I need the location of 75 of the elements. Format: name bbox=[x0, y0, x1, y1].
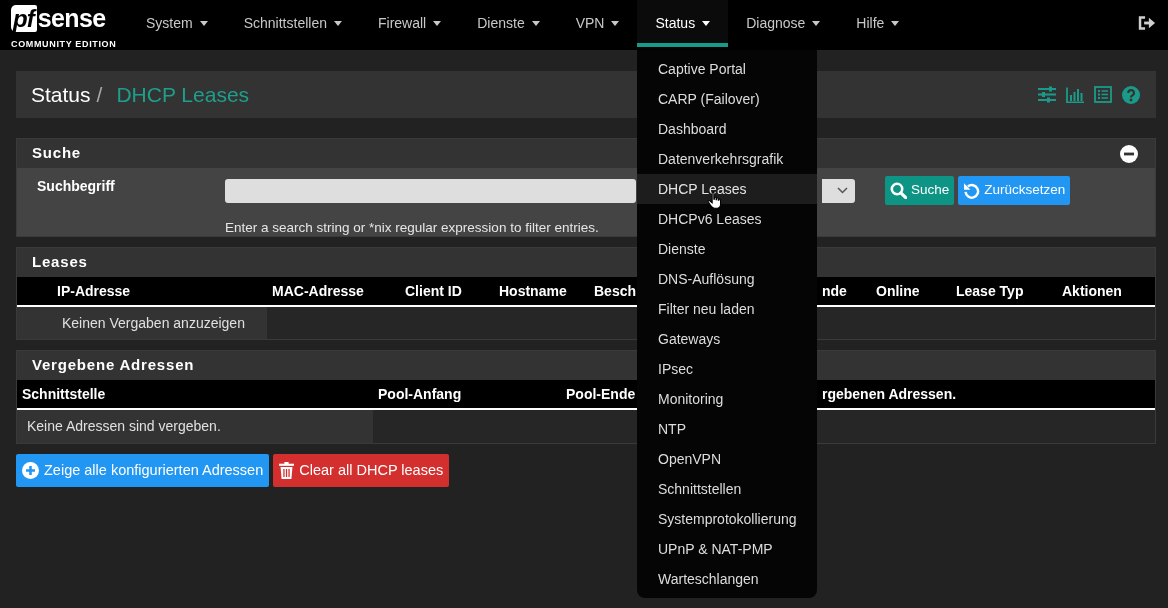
bar-chart-icon[interactable] bbox=[1066, 86, 1084, 103]
chevron-down-icon bbox=[837, 187, 848, 194]
dropdown-item[interactable]: DHCP Leases bbox=[637, 174, 817, 204]
empty-table-message: Keinen Vergaben anzuzeigen bbox=[17, 307, 267, 339]
logo-mark: pf bbox=[11, 5, 37, 32]
sliders-icon[interactable] bbox=[1038, 86, 1056, 103]
panel-title: Vergebene Adressen bbox=[32, 355, 195, 376]
caret-icon bbox=[531, 21, 540, 26]
nav-menu[interactable]: VPN bbox=[557, 0, 638, 47]
dropdown-item[interactable]: Systemprotokollierung bbox=[637, 504, 817, 534]
column-header: nde bbox=[822, 281, 847, 301]
search-button[interactable]: Suche bbox=[885, 176, 955, 205]
dropdown-item[interactable]: DNS-Auflösung bbox=[637, 264, 817, 294]
minus-circle-icon[interactable] bbox=[1120, 144, 1138, 163]
caret-icon bbox=[199, 21, 208, 26]
caret-icon bbox=[702, 21, 711, 26]
field-label: Suchbegriff bbox=[37, 177, 116, 196]
nav-menu[interactable]: Status bbox=[637, 0, 729, 47]
logo-wordmark: sense bbox=[37, 5, 106, 32]
breadcrumb-link[interactable]: Status bbox=[31, 78, 91, 111]
dropdown-item[interactable]: Monitoring bbox=[637, 384, 817, 414]
dropdown-item[interactable]: NTP bbox=[637, 414, 817, 444]
logout-icon[interactable] bbox=[1137, 15, 1156, 31]
column-header: Schnittstelle bbox=[22, 384, 106, 404]
column-header: IP-Adresse bbox=[57, 281, 131, 301]
column-header: Lease Typ bbox=[956, 281, 1024, 301]
dropdown-item[interactable]: Warteschlangen bbox=[637, 564, 817, 594]
nav-menu[interactable]: Firewall bbox=[359, 0, 460, 47]
nav-menu[interactable]: Dienste bbox=[459, 0, 558, 47]
trash-icon bbox=[279, 462, 295, 479]
breadcrumb-link[interactable]: DHCP Leases bbox=[116, 78, 250, 111]
dropdown-item[interactable]: Dashboard bbox=[637, 114, 817, 144]
caret-icon bbox=[611, 21, 620, 26]
column-header: Besch bbox=[594, 281, 637, 301]
panel-title: Leases bbox=[32, 252, 88, 273]
dropdown-item[interactable]: Captive Portal bbox=[637, 54, 817, 84]
clear-leases-button[interactable]: Clear all DHCP leases bbox=[273, 454, 450, 487]
dropdown-item[interactable]: CARP (Failover) bbox=[637, 84, 817, 114]
help-icon[interactable] bbox=[1122, 85, 1140, 104]
plus-circle-icon bbox=[22, 462, 39, 479]
dropdown-item[interactable]: Gateways bbox=[637, 324, 817, 354]
column-header: Pool-Ende bbox=[566, 384, 636, 404]
column-header: Client ID bbox=[405, 281, 462, 301]
dropdown-item[interactable]: Dienste bbox=[637, 234, 817, 264]
nav-menu[interactable]: System bbox=[128, 0, 226, 47]
dropdown-item[interactable]: Filter neu laden bbox=[637, 294, 817, 324]
column-header: Hostname bbox=[499, 281, 567, 301]
column-header: rgebenen Adressen. bbox=[822, 384, 957, 404]
dropdown-item[interactable]: UPnP & NAT-PMP bbox=[637, 534, 817, 564]
dropdown-item[interactable]: Schnittstellen bbox=[637, 474, 817, 504]
column-header: Aktionen bbox=[1062, 281, 1122, 301]
search-icon bbox=[890, 182, 907, 199]
column-header: MAC-Adresse bbox=[272, 281, 364, 301]
nav-menu[interactable]: Schnittstellen bbox=[225, 0, 360, 47]
dropdown-item[interactable]: IPsec bbox=[637, 354, 817, 384]
logo-edition: COMMUNITY EDITION bbox=[11, 39, 117, 49]
panel-title: Suche bbox=[32, 143, 81, 164]
undo-icon bbox=[963, 182, 981, 199]
search-field[interactable] bbox=[225, 178, 636, 203]
list-icon[interactable] bbox=[1094, 86, 1112, 103]
caret-icon bbox=[333, 21, 342, 26]
help-text: Enter a search string or *nix regular expression to filter entries. bbox=[225, 219, 599, 237]
select-field[interactable] bbox=[822, 178, 855, 203]
caret-icon bbox=[812, 21, 821, 26]
column-header: Pool-Anfang bbox=[378, 384, 462, 404]
dropdown-item[interactable]: OpenVPN bbox=[637, 444, 817, 474]
breadcrumb-separator: / bbox=[96, 81, 103, 108]
nav-menu[interactable]: Diagnose bbox=[728, 0, 839, 47]
caret-icon bbox=[433, 21, 442, 26]
dropdown-item[interactable]: DHCPv6 Leases bbox=[637, 204, 817, 234]
caret-icon bbox=[891, 21, 900, 26]
nav-menu[interactable]: Hilfe bbox=[838, 0, 918, 47]
column-header: Online bbox=[876, 281, 920, 301]
dropdown-item[interactable]: Datenverkehrsgrafik bbox=[637, 144, 817, 174]
empty-table-message: Keine Adressen sind vergeben. bbox=[17, 410, 373, 443]
